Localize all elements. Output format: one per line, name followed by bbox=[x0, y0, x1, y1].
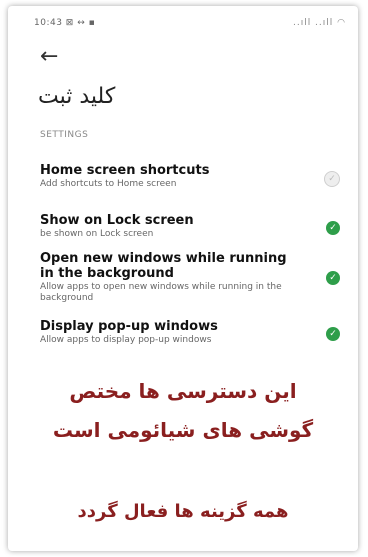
check-on-icon[interactable]: ✓ bbox=[326, 221, 340, 235]
overlay-line-2: گوشی های شیائومی است bbox=[52, 418, 314, 442]
setting-subtitle: Allow apps to open new windows while run… bbox=[40, 282, 282, 303]
phone-screen: 10:43 ⊠ ↔ ▪ ..ıll ..ıll ◠ ← کلید ثبت SET… bbox=[8, 6, 358, 551]
section-label: SETTINGS bbox=[40, 130, 89, 140]
setting-home-screen-shortcuts[interactable]: Home screen shortcuts Add shortcuts to H… bbox=[40, 163, 340, 190]
setting-display-popup-windows[interactable]: Display pop-up windows Allow apps to dis… bbox=[40, 319, 340, 346]
page-title: کلید ثبت bbox=[38, 84, 116, 109]
check-on-icon[interactable]: ✓ bbox=[326, 271, 340, 285]
setting-subtitle: Allow apps to display pop-up windows bbox=[40, 335, 212, 345]
back-arrow-icon[interactable]: ← bbox=[40, 44, 58, 69]
check-on-icon[interactable]: ✓ bbox=[326, 327, 340, 341]
setting-title: Show on Lock screen bbox=[40, 213, 194, 228]
setting-title: Display pop-up windows bbox=[40, 319, 218, 334]
setting-title: Open new windows while running in the ba… bbox=[40, 251, 287, 281]
toggle-off-icon[interactable]: ✓ bbox=[324, 171, 340, 187]
setting-open-new-windows[interactable]: Open new windows while running in the ba… bbox=[40, 251, 340, 304]
overlay-line-1: این دسترسی ها مختص bbox=[69, 379, 297, 403]
setting-title: Home screen shortcuts bbox=[40, 163, 210, 178]
setting-show-on-lock-screen[interactable]: Show on Lock screen be shown on Lock scr… bbox=[40, 213, 340, 240]
signal-icons: ..ıll ..ıll ◠ bbox=[292, 18, 346, 28]
setting-subtitle: be shown on Lock screen bbox=[40, 229, 154, 239]
overlay-line-3: همه گزینه ها فعال گردد bbox=[77, 501, 289, 522]
status-bar: 10:43 ⊠ ↔ ▪ ..ıll ..ıll ◠ bbox=[8, 6, 358, 34]
status-time: 10:43 ⊠ ↔ ▪ bbox=[34, 18, 96, 28]
setting-subtitle: Add shortcuts to Home screen bbox=[40, 179, 177, 189]
